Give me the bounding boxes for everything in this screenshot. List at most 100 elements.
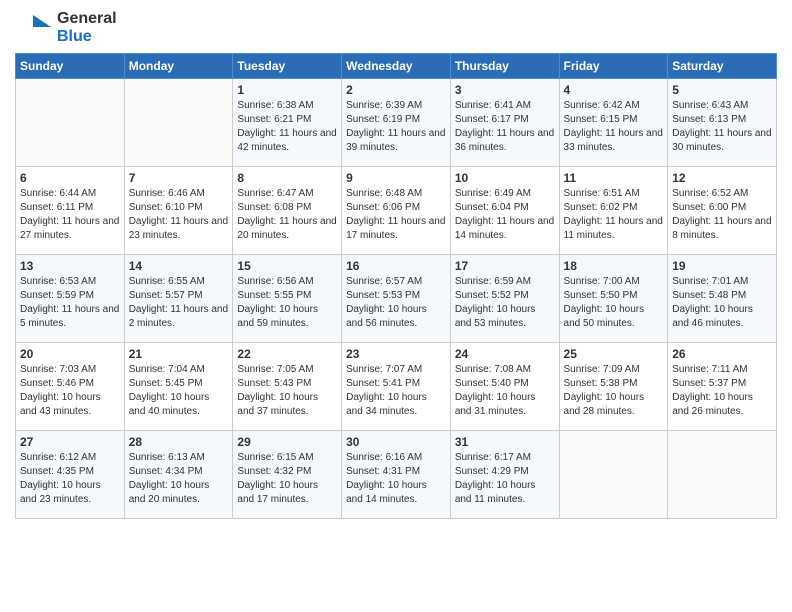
day-cell: 19Sunrise: 7:01 AM Sunset: 5:48 PM Dayli… bbox=[668, 255, 777, 343]
day-number: 30 bbox=[346, 435, 446, 449]
logo-svg bbox=[15, 13, 51, 43]
day-cell bbox=[668, 431, 777, 519]
day-cell: 22 Sunrise: 7:05 AM Sunset: 5:43 PM Dayli… bbox=[233, 343, 342, 431]
weekday-header-row: SundayMondayTuesdayWednesdayThursdayFrid… bbox=[16, 54, 777, 79]
day-cell: 24 Sunrise: 7:08 AM Sunset: 5:40 PM Dayli… bbox=[450, 343, 559, 431]
day-cell: 23 Sunrise: 7:07 AM Sunset: 5:41 PM Dayli… bbox=[342, 343, 451, 431]
day-info: Sunrise: 6:55 AM Sunset: 5:57 PM Dayligh… bbox=[129, 275, 229, 331]
logo-text-block: GeneralBlue bbox=[57, 10, 117, 45]
day-number: 20 bbox=[20, 347, 120, 361]
day-info: Sunrise: 6:46 AM Sunset: 6:10 PM Dayligh… bbox=[129, 187, 229, 243]
day-number: 2 bbox=[346, 83, 446, 97]
day-info: Sunrise: 7:08 AM Sunset: 5:40 PM Dayligh… bbox=[455, 363, 555, 419]
day-cell: 25Sunrise: 7:09 AM Sunset: 5:38 PM Dayli… bbox=[559, 343, 668, 431]
day-number: 5 bbox=[672, 83, 772, 97]
day-info: Sunrise: 7:11 AM Sunset: 5:37 PM Dayligh… bbox=[672, 363, 772, 419]
day-cell: 17 Sunrise: 6:59 AM Sunset: 5:52 PM Dayli… bbox=[450, 255, 559, 343]
day-number: 10 bbox=[455, 171, 555, 185]
day-cell: 1 Sunrise: 6:38 AM Sunset: 6:21 PM Daylig… bbox=[233, 79, 342, 167]
day-info: Sunrise: 6:38 AM Sunset: 6:21 PM Dayligh… bbox=[237, 99, 337, 155]
logo-general: General bbox=[57, 10, 117, 28]
weekday-header-friday: Friday bbox=[559, 54, 668, 79]
day-number: 17 bbox=[455, 259, 555, 273]
day-info: Sunrise: 7:07 AM Sunset: 5:41 PM Dayligh… bbox=[346, 363, 446, 419]
day-cell: 27Sunrise: 6:12 AM Sunset: 4:35 PM Dayli… bbox=[16, 431, 125, 519]
day-info: Sunrise: 6:42 AM Sunset: 6:15 PM Dayligh… bbox=[564, 99, 664, 155]
day-number: 18 bbox=[564, 259, 664, 273]
day-cell: 28Sunrise: 6:13 AM Sunset: 4:34 PM Dayli… bbox=[124, 431, 233, 519]
day-cell: 15 Sunrise: 6:56 AM Sunset: 5:55 PM Dayli… bbox=[233, 255, 342, 343]
day-number: 14 bbox=[129, 259, 229, 273]
day-number: 19 bbox=[672, 259, 772, 273]
calendar-container: GeneralBlue SundayMondayTuesdayWednesday… bbox=[0, 0, 792, 534]
day-info: Sunrise: 6:15 AM Sunset: 4:32 PM Dayligh… bbox=[237, 451, 337, 507]
day-number: 1 bbox=[237, 83, 337, 97]
day-number: 8 bbox=[237, 171, 337, 185]
day-info: Sunrise: 6:51 AM Sunset: 6:02 PM Dayligh… bbox=[564, 187, 664, 243]
day-cell bbox=[124, 79, 233, 167]
day-cell: 5Sunrise: 6:43 AM Sunset: 6:13 PM Daylig… bbox=[668, 79, 777, 167]
day-cell: 7 Sunrise: 6:46 AM Sunset: 6:10 PM Daylig… bbox=[124, 167, 233, 255]
week-row-1: 1 Sunrise: 6:38 AM Sunset: 6:21 PM Daylig… bbox=[16, 79, 777, 167]
weekday-header-sunday: Sunday bbox=[16, 54, 125, 79]
day-number: 4 bbox=[564, 83, 664, 97]
logo: GeneralBlue bbox=[15, 10, 117, 45]
day-info: Sunrise: 7:00 AM Sunset: 5:50 PM Dayligh… bbox=[564, 275, 664, 331]
day-cell: 4 Sunrise: 6:42 AM Sunset: 6:15 PM Daylig… bbox=[559, 79, 668, 167]
day-cell: 2 Sunrise: 6:39 AM Sunset: 6:19 PM Daylig… bbox=[342, 79, 451, 167]
day-cell: 31Sunrise: 6:17 AM Sunset: 4:29 PM Dayli… bbox=[450, 431, 559, 519]
day-number: 13 bbox=[20, 259, 120, 273]
day-cell: 29Sunrise: 6:15 AM Sunset: 4:32 PM Dayli… bbox=[233, 431, 342, 519]
day-cell: 21 Sunrise: 7:04 AM Sunset: 5:45 PM Dayli… bbox=[124, 343, 233, 431]
day-cell: 12 Sunrise: 6:52 AM Sunset: 6:00 PM Dayli… bbox=[668, 167, 777, 255]
day-info: Sunrise: 7:03 AM Sunset: 5:46 PM Dayligh… bbox=[20, 363, 120, 419]
day-cell: 16 Sunrise: 6:57 AM Sunset: 5:53 PM Dayli… bbox=[342, 255, 451, 343]
day-cell: 6Sunrise: 6:44 AM Sunset: 6:11 PM Daylig… bbox=[16, 167, 125, 255]
day-cell: 8 Sunrise: 6:47 AM Sunset: 6:08 PM Daylig… bbox=[233, 167, 342, 255]
day-cell: 9 Sunrise: 6:48 AM Sunset: 6:06 PM Daylig… bbox=[342, 167, 451, 255]
day-number: 26 bbox=[672, 347, 772, 361]
day-info: Sunrise: 6:12 AM Sunset: 4:35 PM Dayligh… bbox=[20, 451, 120, 507]
day-number: 22 bbox=[237, 347, 337, 361]
day-info: Sunrise: 6:59 AM Sunset: 5:52 PM Dayligh… bbox=[455, 275, 555, 331]
day-number: 9 bbox=[346, 171, 446, 185]
day-number: 6 bbox=[20, 171, 120, 185]
day-cell bbox=[559, 431, 668, 519]
day-number: 12 bbox=[672, 171, 772, 185]
day-number: 15 bbox=[237, 259, 337, 273]
day-cell: 3 Sunrise: 6:41 AM Sunset: 6:17 PM Daylig… bbox=[450, 79, 559, 167]
day-cell: 30Sunrise: 6:16 AM Sunset: 4:31 PM Dayli… bbox=[342, 431, 451, 519]
day-info: Sunrise: 6:41 AM Sunset: 6:17 PM Dayligh… bbox=[455, 99, 555, 155]
day-number: 24 bbox=[455, 347, 555, 361]
day-info: Sunrise: 6:57 AM Sunset: 5:53 PM Dayligh… bbox=[346, 275, 446, 331]
day-info: Sunrise: 6:39 AM Sunset: 6:19 PM Dayligh… bbox=[346, 99, 446, 155]
week-row-5: 27Sunrise: 6:12 AM Sunset: 4:35 PM Dayli… bbox=[16, 431, 777, 519]
weekday-header-saturday: Saturday bbox=[668, 54, 777, 79]
day-info: Sunrise: 6:17 AM Sunset: 4:29 PM Dayligh… bbox=[455, 451, 555, 507]
day-number: 23 bbox=[346, 347, 446, 361]
day-info: Sunrise: 6:47 AM Sunset: 6:08 PM Dayligh… bbox=[237, 187, 337, 243]
day-info: Sunrise: 7:05 AM Sunset: 5:43 PM Dayligh… bbox=[237, 363, 337, 419]
calendar-table: SundayMondayTuesdayWednesdayThursdayFrid… bbox=[15, 53, 777, 519]
day-info: Sunrise: 6:48 AM Sunset: 6:06 PM Dayligh… bbox=[346, 187, 446, 243]
day-number: 16 bbox=[346, 259, 446, 273]
day-number: 7 bbox=[129, 171, 229, 185]
day-number: 3 bbox=[455, 83, 555, 97]
day-number: 21 bbox=[129, 347, 229, 361]
header: GeneralBlue bbox=[15, 10, 777, 45]
day-cell: 11Sunrise: 6:51 AM Sunset: 6:02 PM Dayli… bbox=[559, 167, 668, 255]
weekday-header-thursday: Thursday bbox=[450, 54, 559, 79]
day-cell: 13Sunrise: 6:53 AM Sunset: 5:59 PM Dayli… bbox=[16, 255, 125, 343]
day-cell: 14 Sunrise: 6:55 AM Sunset: 5:57 PM Dayli… bbox=[124, 255, 233, 343]
day-info: Sunrise: 7:04 AM Sunset: 5:45 PM Dayligh… bbox=[129, 363, 229, 419]
day-number: 28 bbox=[129, 435, 229, 449]
day-info: Sunrise: 6:56 AM Sunset: 5:55 PM Dayligh… bbox=[237, 275, 337, 331]
week-row-3: 13Sunrise: 6:53 AM Sunset: 5:59 PM Dayli… bbox=[16, 255, 777, 343]
week-row-4: 20 Sunrise: 7:03 AM Sunset: 5:46 PM Dayli… bbox=[16, 343, 777, 431]
day-cell: 10Sunrise: 6:49 AM Sunset: 6:04 PM Dayli… bbox=[450, 167, 559, 255]
day-cell: 18 Sunrise: 7:00 AM Sunset: 5:50 PM Dayli… bbox=[559, 255, 668, 343]
weekday-header-tuesday: Tuesday bbox=[233, 54, 342, 79]
day-info: Sunrise: 6:52 AM Sunset: 6:00 PM Dayligh… bbox=[672, 187, 772, 243]
day-cell: 20 Sunrise: 7:03 AM Sunset: 5:46 PM Dayli… bbox=[16, 343, 125, 431]
logo-blue: Blue bbox=[57, 28, 117, 46]
